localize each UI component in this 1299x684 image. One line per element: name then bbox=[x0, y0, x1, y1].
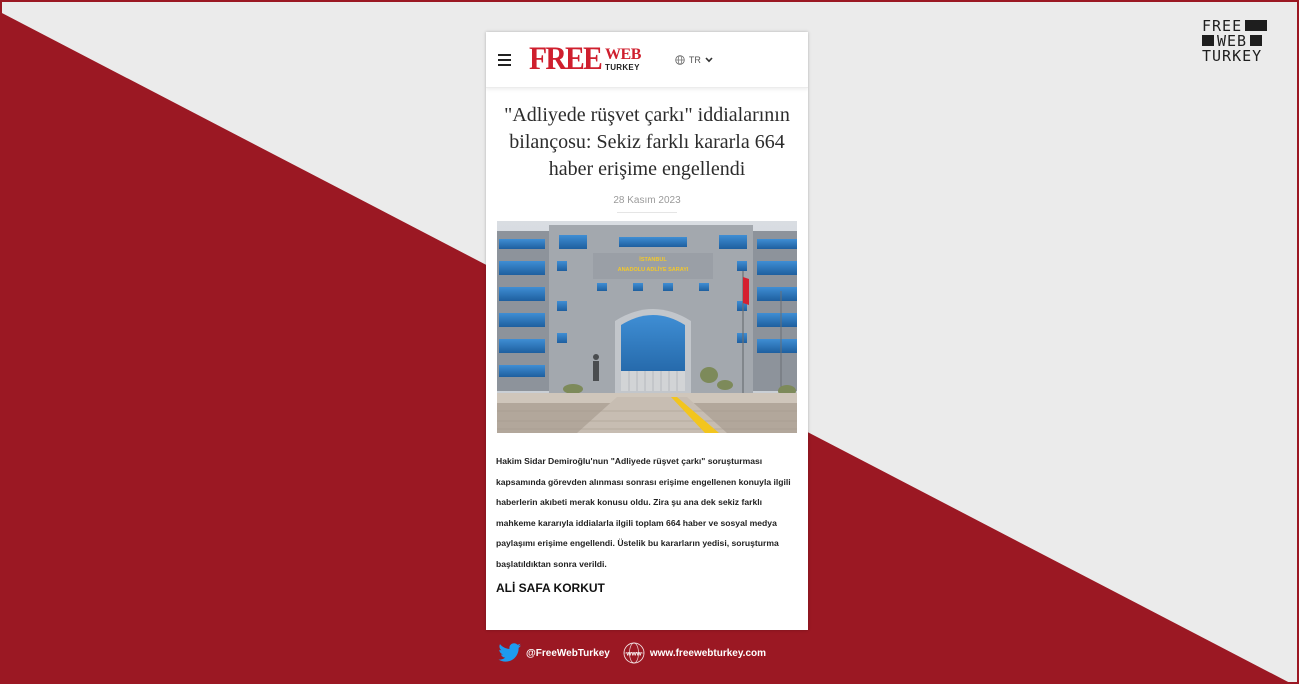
chevron-down-icon bbox=[705, 56, 713, 62]
logo-web-text: WEB bbox=[605, 46, 641, 63]
logo-block-icon bbox=[1245, 20, 1268, 31]
logo-block-icon bbox=[1250, 35, 1263, 46]
globe-www-icon: www bbox=[623, 642, 645, 664]
globe-icon bbox=[675, 54, 685, 65]
logo-block-icon bbox=[1202, 35, 1214, 46]
www-badge: www bbox=[625, 651, 642, 658]
mobile-article-screen: FREE WEB TURKEY TR "Adliyede rüşvet çark… bbox=[486, 32, 808, 630]
twitter-icon bbox=[498, 643, 521, 662]
article-title: "Adliyede rüşvet çarkı" iddialarının bil… bbox=[504, 104, 790, 180]
sign-line1: İSTANBUL bbox=[639, 256, 667, 263]
sign-line2: ANADOLU ADLİYE SARAYI bbox=[618, 266, 689, 273]
corner-logo-line1: FREE bbox=[1202, 16, 1243, 35]
article-body: Hakim Sidar Demiroğlu'nun "Adliyede rüşv… bbox=[496, 456, 791, 569]
language-code: TR bbox=[688, 54, 701, 65]
twitter-handle: @FreeWebTurkey bbox=[526, 647, 610, 659]
corner-brand-logo: FREE WEB TURKEY bbox=[1202, 18, 1272, 63]
site-header: FREE WEB TURKEY TR bbox=[486, 32, 808, 88]
corner-logo-line2: WEB bbox=[1217, 31, 1248, 50]
date-divider bbox=[617, 212, 677, 213]
logo-free-text: FREE bbox=[529, 41, 603, 77]
article-author: ALİ SAFA KORKUT bbox=[496, 580, 605, 595]
site-logo[interactable]: FREE WEB TURKEY bbox=[529, 40, 641, 80]
website-url: www.freewebturkey.com bbox=[649, 647, 767, 659]
social-footer: @FreeWebTurkey www www.freewebturkey.com bbox=[498, 641, 808, 665]
website-link[interactable]: www www.freewebturkey.com bbox=[622, 641, 766, 665]
logo-turkey-text: TURKEY bbox=[605, 63, 640, 72]
courthouse-photo: İSTANBUL ANADOLU ADLİYE SARAYI bbox=[497, 221, 797, 433]
corner-logo-line3: TURKEY bbox=[1202, 46, 1263, 65]
language-selector[interactable]: TR bbox=[675, 55, 713, 65]
twitter-link[interactable]: @FreeWebTurkey bbox=[498, 643, 610, 663]
hamburger-icon[interactable] bbox=[498, 53, 511, 66]
article-date: 28 Kasım 2023 bbox=[613, 195, 681, 206]
